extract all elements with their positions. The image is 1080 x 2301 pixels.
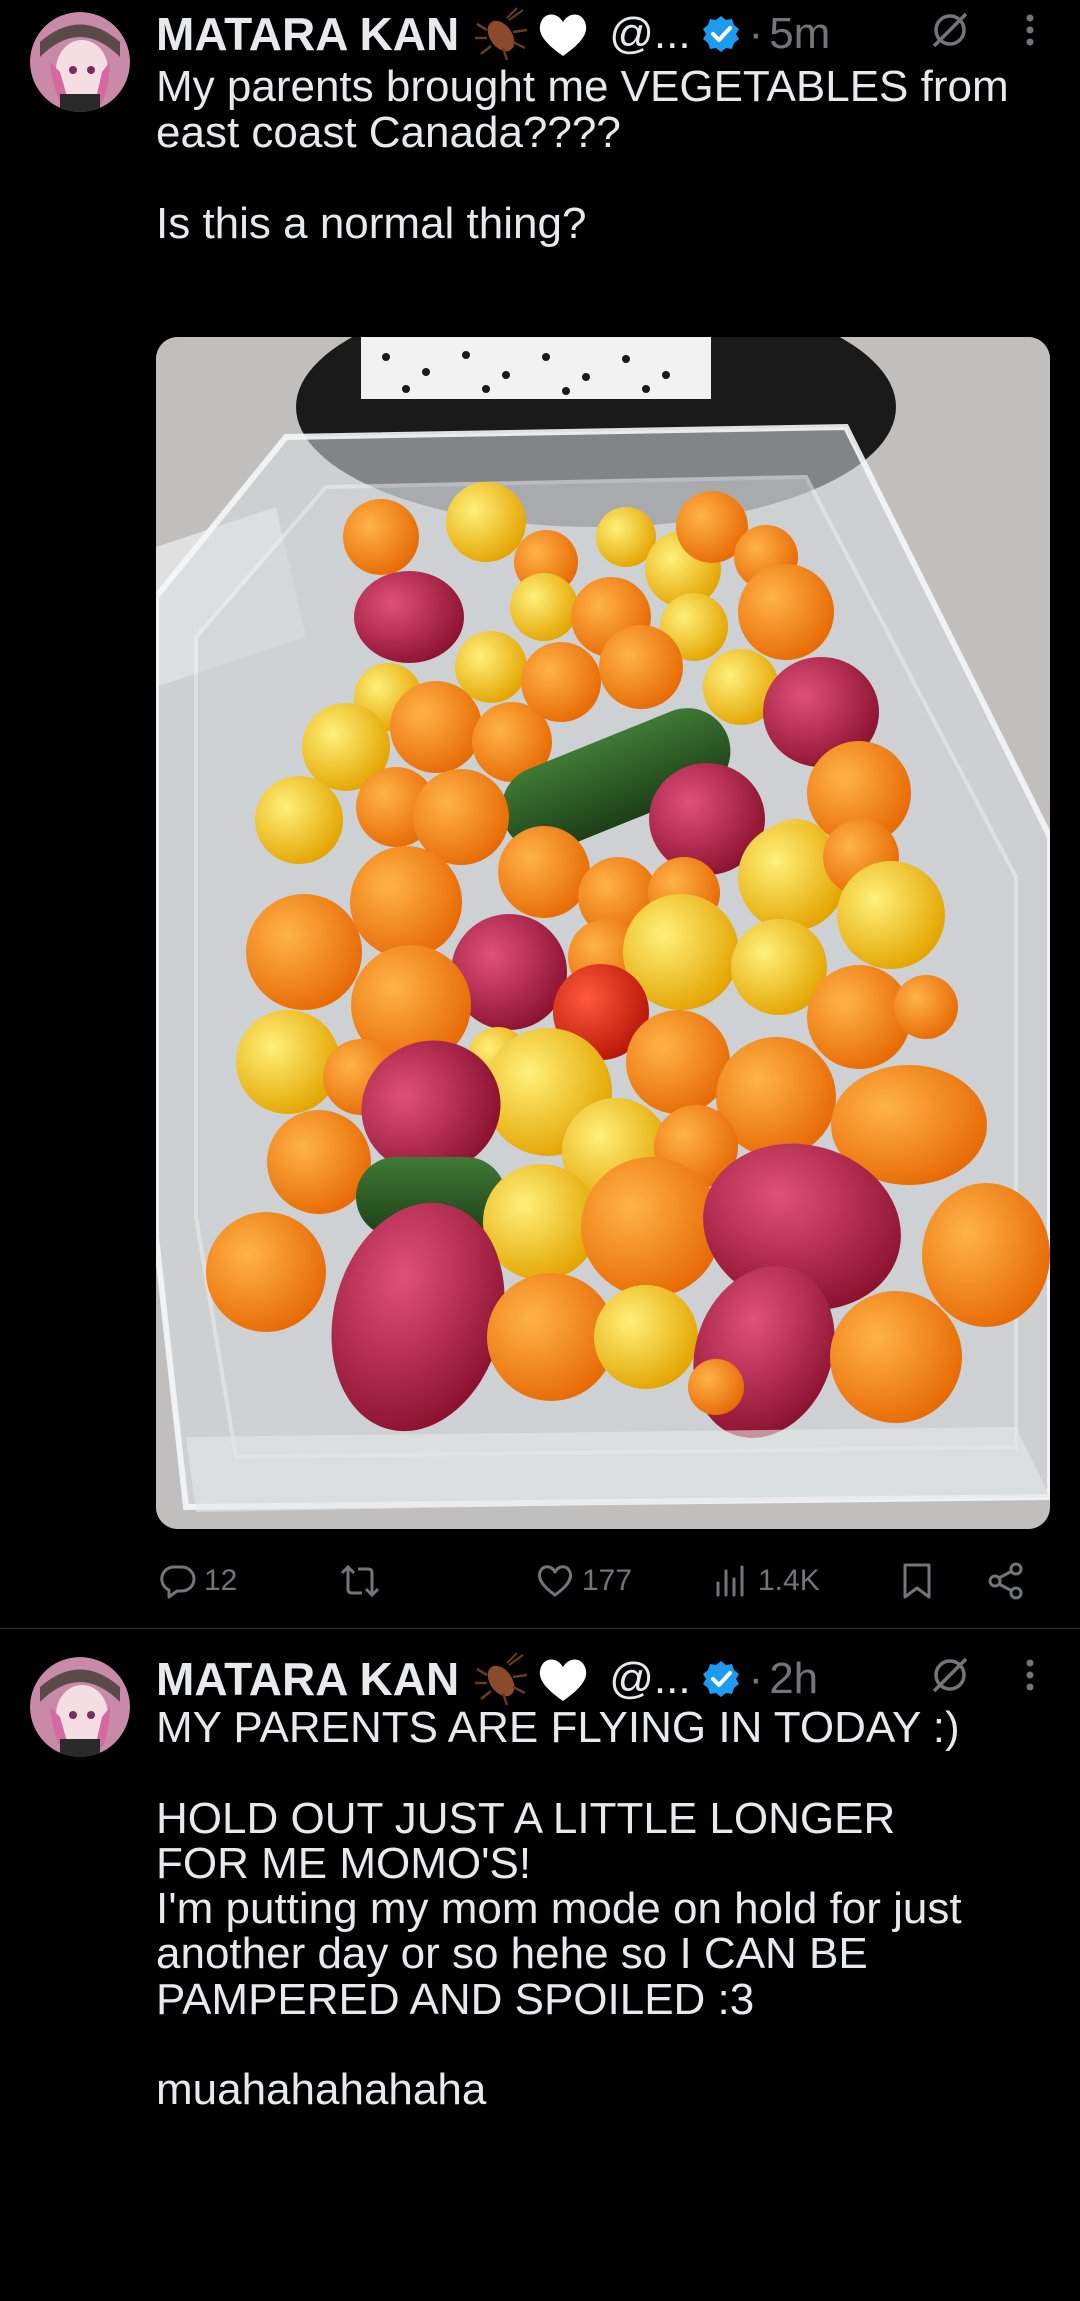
avatar[interactable] [30, 1657, 130, 1757]
tweet-2[interactable]: MATARA KAN @... · 2h MY PARENTS ARE FLYI… [0, 1629, 1080, 2301]
tweet-text: My parents brought me VEGETABLES from ea… [156, 62, 1009, 248]
bookmark-button[interactable] [902, 1556, 932, 1606]
tweet-text: MY PARENTS ARE FLYING IN TODAY :) HOLD O… [156, 1703, 962, 2115]
reply-icon [160, 1565, 196, 1599]
white-heart-emoji-icon [535, 1651, 591, 1707]
author-name[interactable]: MATARA KAN [156, 7, 459, 61]
author-handle[interactable]: @... [609, 1654, 690, 1704]
tweet-1[interactable]: MATARA KAN @... · 5m My parents brought … [0, 0, 1080, 1628]
like-count: 177 [582, 1564, 633, 1597]
tweet-header: MATARA KAN @... · 5m [156, 4, 830, 64]
tweet-header: MATARA KAN @... · 2h [156, 1649, 818, 1709]
tweet-photo[interactable] [156, 337, 1050, 1529]
like-button[interactable]: 177 [536, 1556, 632, 1606]
reply-count: 12 [204, 1564, 238, 1597]
separator-dot: · [748, 9, 764, 58]
muted-icon[interactable] [928, 8, 972, 57]
timestamp[interactable]: 2h [769, 1654, 818, 1704]
view-count: 1.4K [758, 1564, 820, 1597]
timestamp[interactable]: 5m [769, 9, 830, 59]
retweet-button[interactable] [340, 1556, 380, 1606]
share-icon [988, 1562, 1023, 1600]
views-icon [716, 1565, 744, 1597]
cockroach-emoji-icon [473, 1651, 529, 1707]
more-icon[interactable] [1016, 8, 1044, 57]
views-button[interactable]: 1.4K [714, 1556, 820, 1606]
author-name[interactable]: MATARA KAN [156, 1652, 459, 1706]
share-button[interactable] [986, 1556, 1026, 1606]
vegetables-photo [156, 337, 1050, 1529]
verified-badge-icon [701, 14, 741, 54]
bookmark-icon [903, 1563, 931, 1599]
avatar[interactable] [30, 12, 130, 112]
white-heart-emoji-icon [535, 6, 591, 62]
heart-icon [537, 1565, 573, 1597]
muted-icon[interactable] [928, 1653, 972, 1702]
separator-dot: · [748, 1654, 764, 1703]
verified-badge-icon [701, 1659, 741, 1699]
reply-button[interactable]: 12 [160, 1556, 237, 1606]
cockroach-emoji-icon [473, 6, 529, 62]
retweet-icon [340, 1564, 380, 1598]
tweet-actions: 12 177 1.4K [156, 1556, 1050, 1606]
more-icon[interactable] [1016, 1653, 1044, 1702]
author-handle[interactable]: @... [609, 9, 690, 59]
